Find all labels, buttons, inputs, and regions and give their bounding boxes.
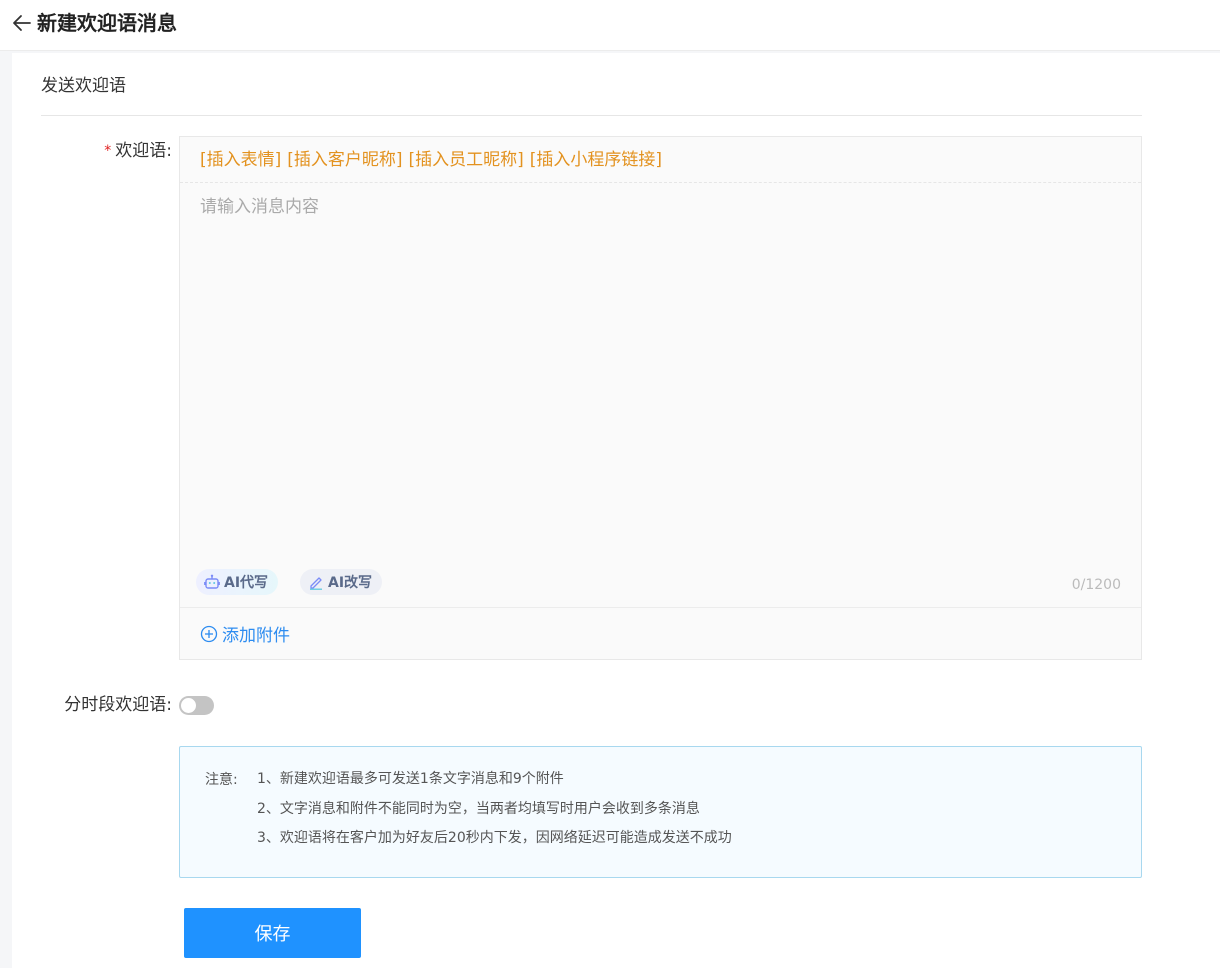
ai-rewrite-label: AI改写 [328,575,373,591]
section-divider [41,115,1142,116]
notice-line-1: 1、新建欢迎语最多可发送1条文字消息和9个附件 [257,771,564,787]
message-editor: [插入表情] [插入客户昵称] [插入员工昵称] [插入小程序链接] AI代写 [179,136,1142,660]
insert-employee-nickname-link[interactable]: [插入员工昵称] [409,149,524,171]
toggle-knob [181,698,196,713]
page-title: 新建欢迎语消息 [37,11,177,35]
section-title: 发送欢迎语 [41,76,126,96]
message-input[interactable] [200,195,1120,555]
welcome-field-label: * 欢迎语: [92,140,172,162]
insert-miniprogram-link[interactable]: [插入小程序链接] [530,149,662,171]
add-attachment-button[interactable]: 添加附件 [200,621,290,646]
attachment-bar: 添加附件 [180,607,1141,659]
pen-icon [310,577,322,590]
add-attachment-label: 添加附件 [222,626,290,646]
arrow-left-icon [13,15,31,31]
notice-line-2: 2、文字消息和附件不能同时为空，当两者均填写时用户会收到多条消息 [257,801,700,817]
insert-emoji-link[interactable]: [插入表情] [200,149,281,171]
ai-write-label: AI代写 [224,575,269,591]
required-mark: * [104,143,112,159]
insert-customer-nickname-link[interactable]: [插入客户昵称] [287,149,402,171]
char-counter: 0/1200 [1071,577,1121,593]
main-content: 发送欢迎语 * 欢迎语: [插入表情] [插入客户昵称] [插入员工昵称] [插入… [12,53,1220,968]
timed-welcome-toggle[interactable] [179,696,214,715]
robot-icon [204,574,220,589]
save-button[interactable]: 保存 [184,908,361,958]
back-button[interactable] [10,11,34,35]
insert-toolbar: [插入表情] [插入客户昵称] [插入员工昵称] [插入小程序链接] [180,137,1141,183]
plus-circle-icon [200,625,218,642]
timed-welcome-label: 分时段欢迎语: [64,695,172,715]
notice-line-3: 3、欢迎语将在客户加为好友后20秒内下发，因网络延迟可能造成发送不成功 [257,830,732,846]
ai-write-button[interactable]: AI代写 [196,569,279,595]
welcome-label-text: 欢迎语: [115,141,172,161]
page-header: 新建欢迎语消息 [0,0,1220,51]
notice-label: 注意: [205,772,238,788]
notice-box: 注意: 1、新建欢迎语最多可发送1条文字消息和9个附件 2、文字消息和附件不能同… [179,746,1142,878]
ai-rewrite-button[interactable]: AI改写 [300,569,383,595]
